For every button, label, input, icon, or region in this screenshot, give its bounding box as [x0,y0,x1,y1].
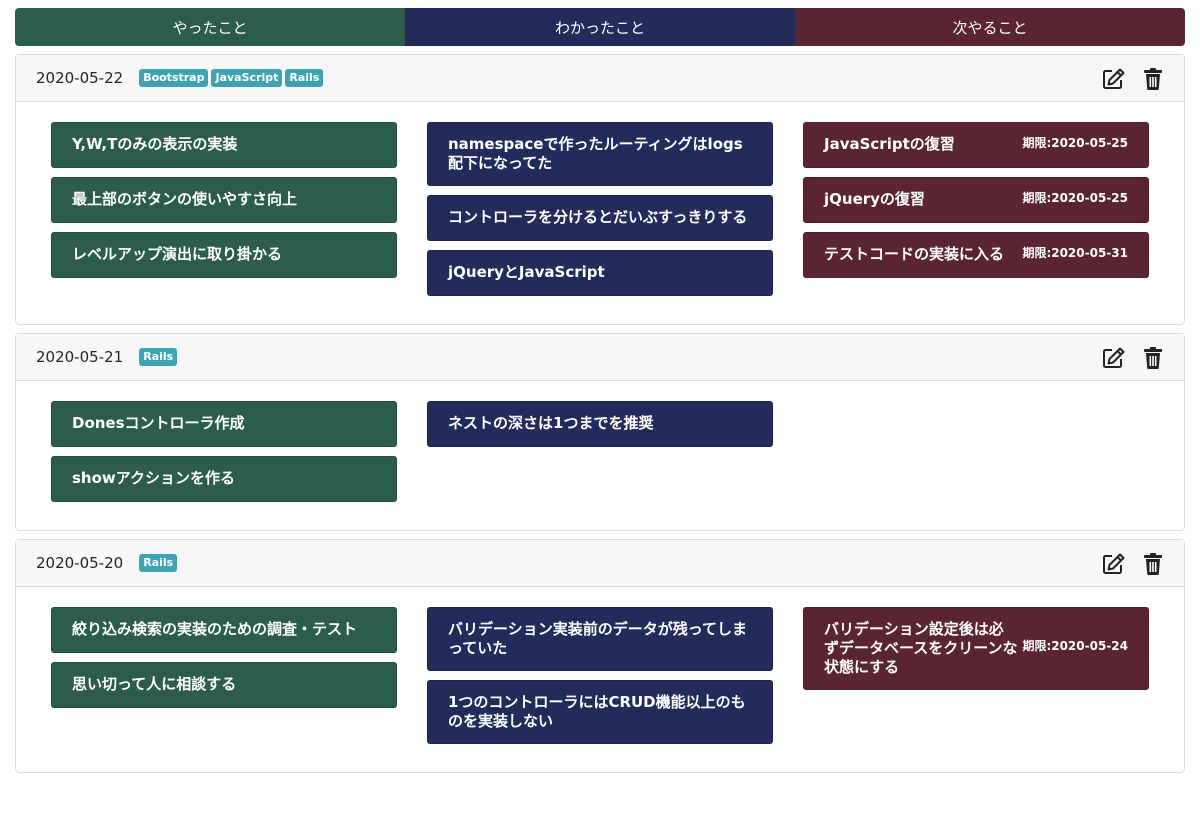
next-item[interactable]: テストコードの実装に入る 期限:2020-05-31 [803,232,1149,278]
trash-icon[interactable] [1140,552,1166,576]
done-item[interactable]: レベルアップ演出に取り掛かる [51,232,397,278]
entry-date: 2020-05-20 [36,554,124,572]
deadline-label: 期限:2020-05-24 [1022,639,1128,653]
learn-item[interactable]: 1つのコントローラにはCRUD機能以上のものを実装しない [427,680,773,744]
card-body: Donesコントローラ作成 showアクションを作る ネストの深さは1つまでを推… [16,381,1184,530]
done-item[interactable]: showアクションを作る [51,456,397,502]
filter-header-bar: やったこと わかったこと 次やること [15,8,1185,46]
next-column: バリデーション設定後は必ずデータベースをクリーンな状態にする 期限:2020-0… [803,607,1149,744]
card-body: Y,W,Tのみの表示の実装 最上部のボタンの使いやすさ向上 レベルアップ演出に取… [16,102,1184,324]
done-item[interactable]: Donesコントローラ作成 [51,401,397,447]
next-column [803,401,1149,502]
done-item[interactable]: 絞り込み検索の実装のための調査・テスト [51,607,397,653]
learn-item[interactable]: コントローラを分けるとだいぶすっきりする [427,195,773,241]
entry-date: 2020-05-21 [36,348,124,366]
learn-item[interactable]: jQueryとJavaScript [427,250,773,296]
next-item-text: jQueryの復習 [824,190,925,208]
done-item[interactable]: 最上部のボタンの使いやすさ向上 [51,177,397,223]
card-header: 2020-05-21 Rails [16,334,1184,381]
card-header: 2020-05-20 Rails [16,540,1184,587]
deadline-label: 期限:2020-05-25 [1022,136,1128,150]
main-container: やったこと わかったこと 次やること 2020-05-22 Bootstrap … [15,8,1185,773]
edit-icon[interactable] [1101,346,1127,370]
learn-column: バリデーション実装前のデータが残ってしまっていた 1つのコントローラにはCRUD… [427,607,773,744]
deadline-label: 期限:2020-05-31 [1022,246,1128,260]
log-card: 2020-05-20 Rails 絞り込み検索の実装のための調査・テスト 思い切… [15,539,1185,773]
card-actions [1101,346,1166,370]
log-card: 2020-05-21 Rails Donesコントローラ作成 showアクション… [15,333,1185,531]
learn-column: ネストの深さは1つまでを推奨 [427,401,773,502]
next-item-text: JavaScriptの復習 [824,135,955,153]
done-item[interactable]: 思い切って人に相談する [51,662,397,708]
tag-badge[interactable]: Rails [139,348,178,366]
done-column: Y,W,Tのみの表示の実装 最上部のボタンの使いやすさ向上 レベルアップ演出に取… [51,122,397,296]
next-item[interactable]: jQueryの復習 期限:2020-05-25 [803,177,1149,223]
done-column: Donesコントローラ作成 showアクションを作る [51,401,397,502]
next-column: JavaScriptの復習 期限:2020-05-25 jQueryの復習 期限… [803,122,1149,296]
learn-item[interactable]: namespaceで作ったルーティングはlogs配下になってた [427,122,773,186]
learn-item[interactable]: バリデーション実装前のデータが残ってしまっていた [427,607,773,671]
trash-icon[interactable] [1140,346,1166,370]
learn-column: namespaceで作ったルーティングはlogs配下になってた コントローラを分… [427,122,773,296]
deadline-label: 期限:2020-05-25 [1022,191,1128,205]
entry-date: 2020-05-22 [36,69,124,87]
card-actions [1101,67,1166,91]
learn-item[interactable]: ネストの深さは1つまでを推奨 [427,401,773,447]
card-body: 絞り込み検索の実装のための調査・テスト 思い切って人に相談する バリデーション実… [16,587,1184,772]
edit-icon[interactable] [1101,67,1127,91]
trash-icon[interactable] [1140,67,1166,91]
card-header: 2020-05-22 Bootstrap JavaScript Rails [16,55,1184,102]
tag-badge[interactable]: Bootstrap [139,69,209,87]
tag-badge[interactable]: Rails [139,554,178,572]
done-column: 絞り込み検索の実装のための調査・テスト 思い切って人に相談する [51,607,397,744]
edit-icon[interactable] [1101,552,1127,576]
filter-done-button[interactable]: やったこと [15,8,405,46]
next-item[interactable]: バリデーション設定後は必ずデータベースをクリーンな状態にする 期限:2020-0… [803,607,1149,690]
card-actions [1101,552,1166,576]
next-item-text: バリデーション設定後は必ずデータベースをクリーンな状態にする [824,620,1018,676]
tag-badge[interactable]: JavaScript [211,69,283,87]
done-item[interactable]: Y,W,Tのみの表示の実装 [51,122,397,168]
filter-learn-button[interactable]: わかったこと [405,8,795,46]
tag-badge[interactable]: Rails [285,69,324,87]
next-item[interactable]: JavaScriptの復習 期限:2020-05-25 [803,122,1149,168]
filter-next-button[interactable]: 次やること [795,8,1185,46]
log-card: 2020-05-22 Bootstrap JavaScript Rails Y,… [15,54,1185,325]
next-item-text: テストコードの実装に入る [824,245,1005,263]
